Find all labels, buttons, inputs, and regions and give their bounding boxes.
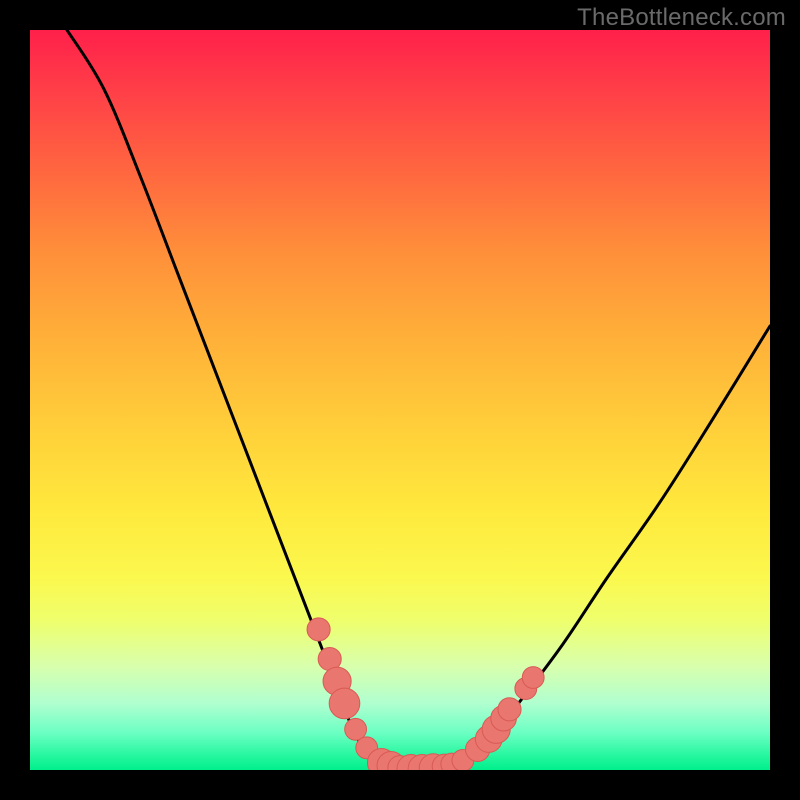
- watermark-label: TheBottleneck.com: [577, 4, 786, 32]
- marker-dots-group: [307, 618, 544, 770]
- gradient-plot-area: [30, 30, 770, 770]
- marker-dot: [522, 667, 544, 689]
- right-branch-curve: [467, 326, 770, 763]
- marker-dot: [307, 618, 330, 641]
- chart-frame: TheBottleneck.com: [0, 0, 800, 800]
- curve-layer: [30, 30, 770, 770]
- marker-dot: [329, 688, 360, 719]
- marker-dot: [498, 698, 521, 721]
